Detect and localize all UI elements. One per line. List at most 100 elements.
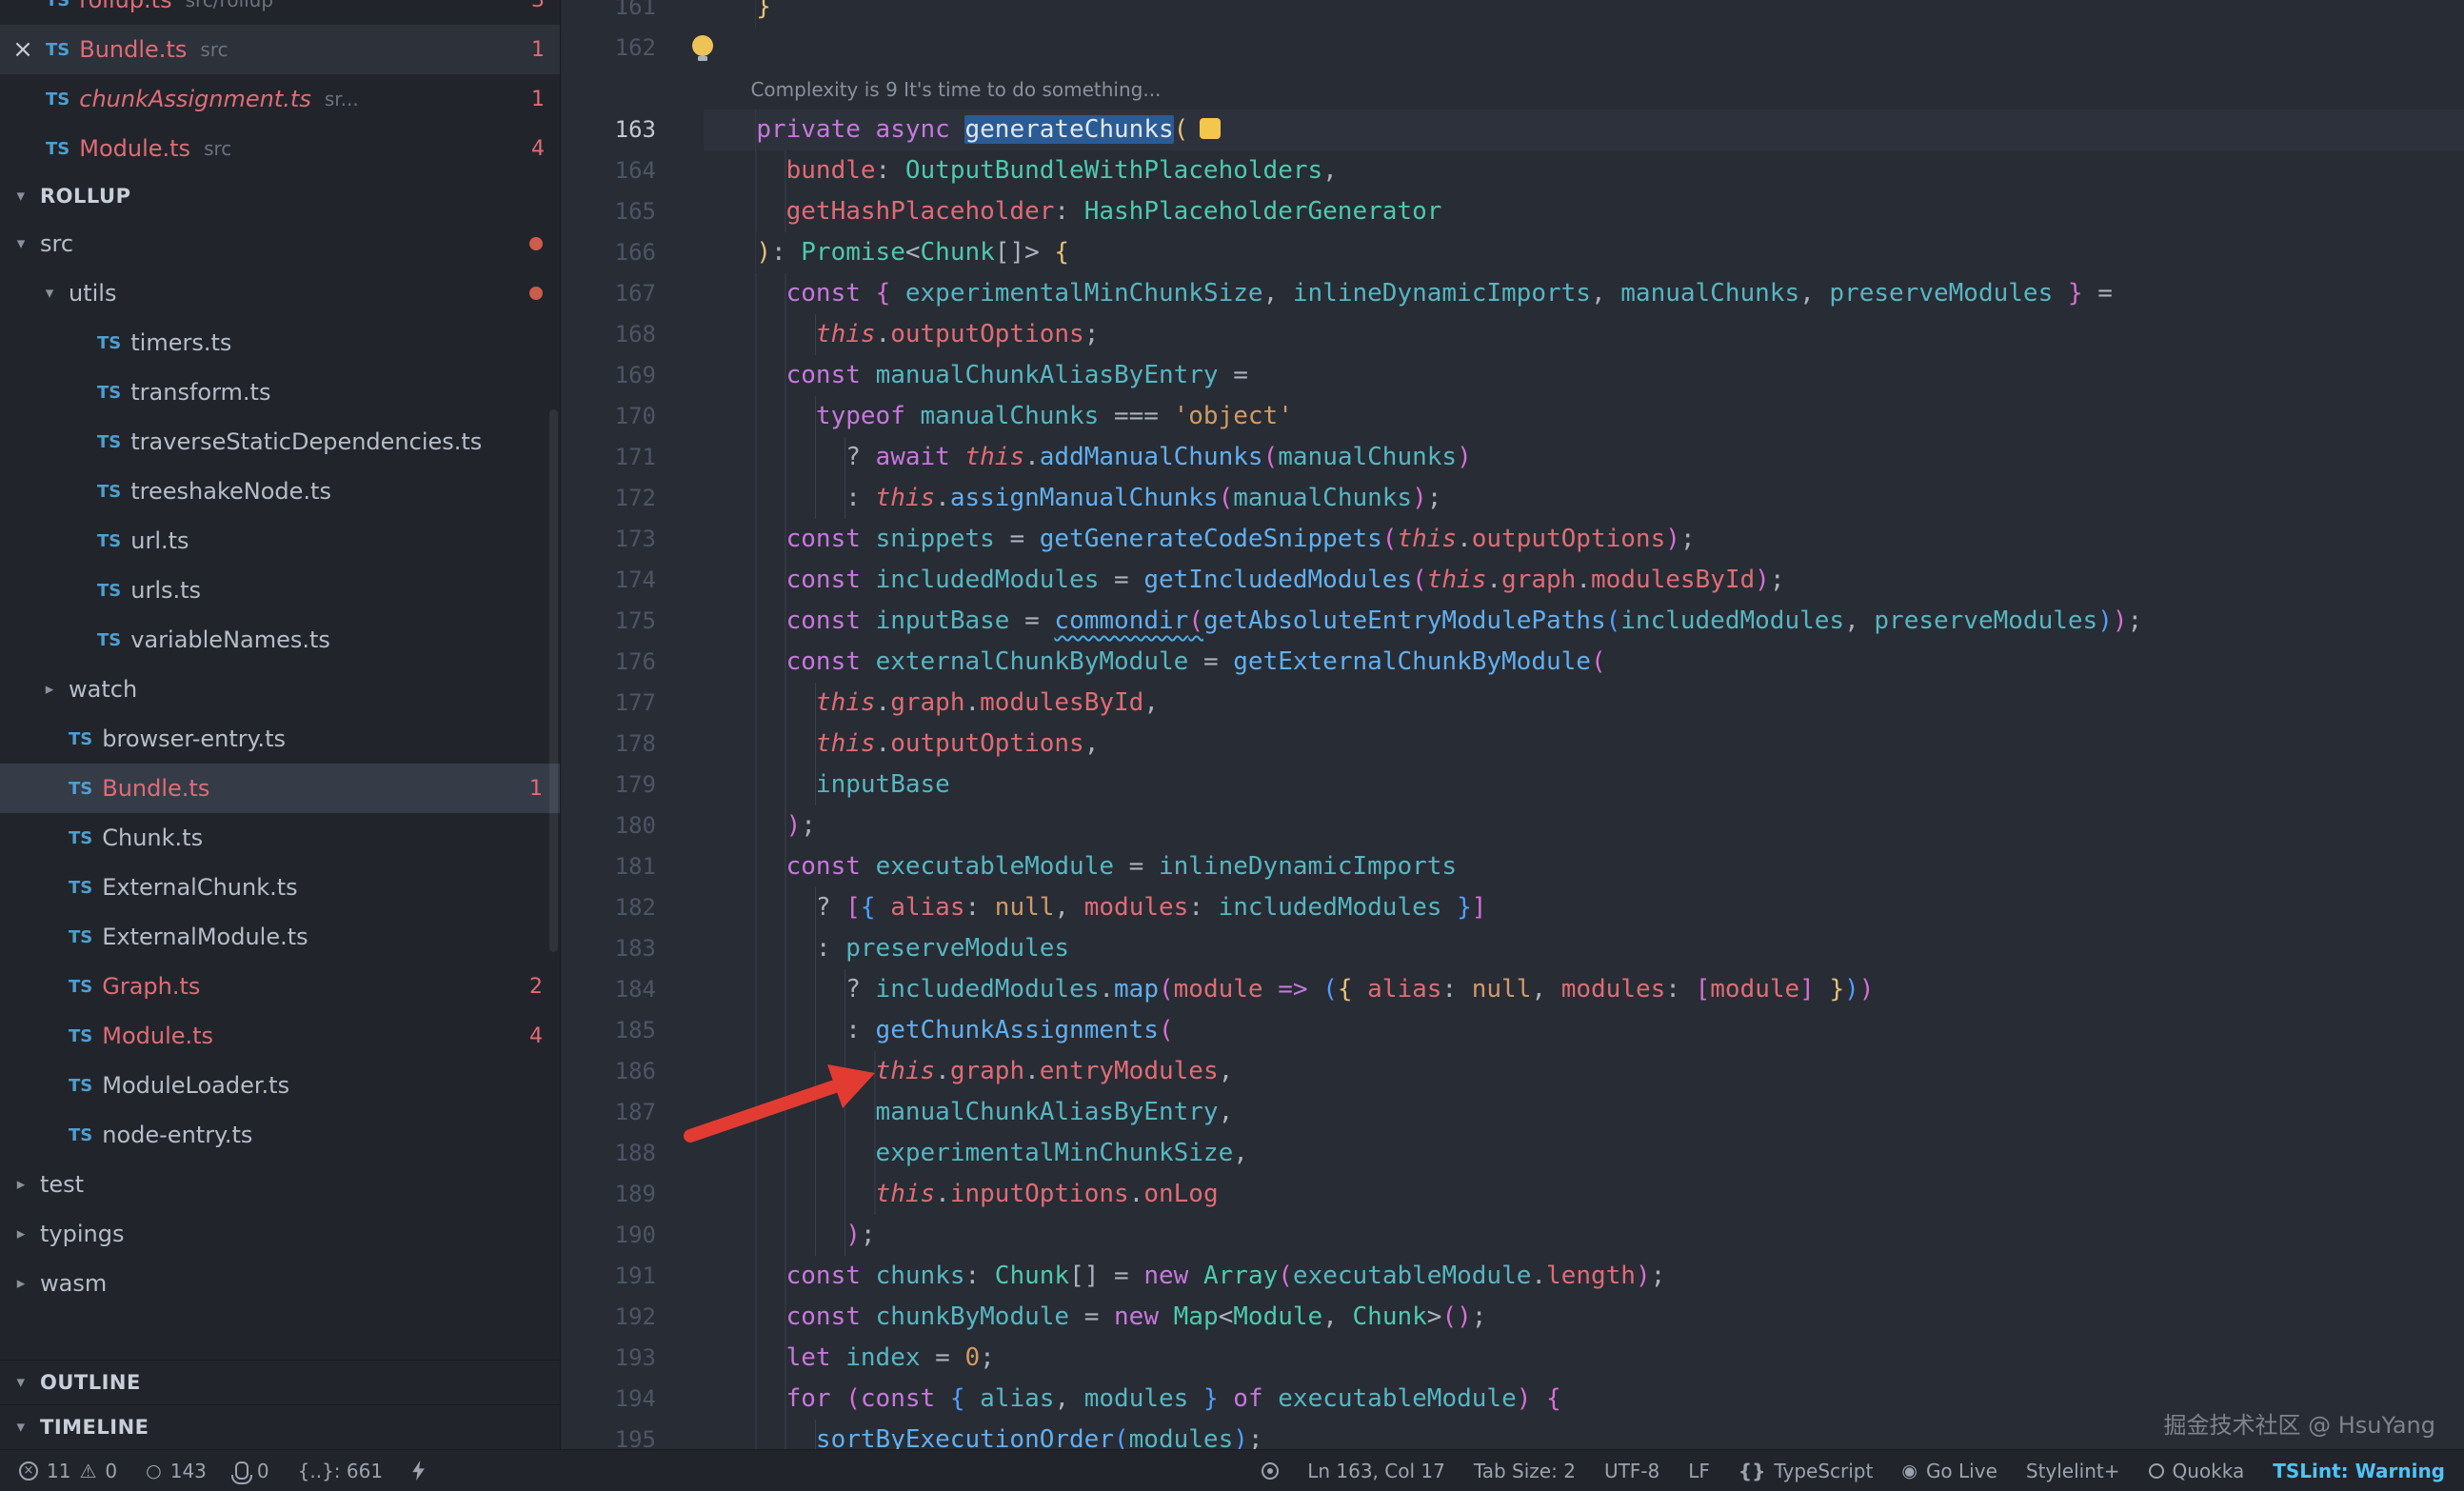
quokka[interactable]: Quokka — [2149, 1460, 2245, 1482]
tree-file-urls-ts[interactable]: TSurls.ts — [0, 566, 560, 615]
line-number[interactable]: 172 — [561, 478, 704, 519]
snippet-counter[interactable]: {..}: 661 — [298, 1460, 383, 1482]
line-number[interactable]: 173 — [561, 519, 704, 560]
line-number[interactable]: 176 — [561, 642, 704, 683]
line-number[interactable]: 170 — [561, 396, 704, 437]
tab-size[interactable]: Tab Size: 2 — [1474, 1460, 1576, 1482]
code-line-162[interactable]: 162 — [561, 28, 2464, 69]
line-number[interactable]: 182 — [561, 887, 704, 928]
code-line-169[interactable]: 169 const manualChunkAliasByEntry = — [561, 355, 2464, 396]
codelens-text[interactable]: Complexity is 9 It's time to do somethin… — [750, 78, 1161, 101]
code-line-173[interactable]: 173 const snippets = getGenerateCodeSnip… — [561, 519, 2464, 560]
line-number[interactable]: 183 — [561, 928, 704, 969]
tree-folder-src[interactable]: ▾src — [0, 219, 560, 268]
tree-file-bundle-ts[interactable]: TSBundle.ts1 — [0, 764, 560, 813]
code-line-191[interactable]: 191 const chunks: Chunk[] = new Array(ex… — [561, 1256, 2464, 1297]
close-icon[interactable]: × — [10, 35, 36, 64]
tree-file-traversestaticdependencies-ts[interactable]: TStraverseStaticDependencies.ts — [0, 417, 560, 467]
codelens-line[interactable]: Complexity is 9 It's time to do somethin… — [561, 69, 2464, 109]
cursor-position[interactable]: Ln 163, Col 17 — [1307, 1460, 1445, 1482]
line-number[interactable]: 171 — [561, 437, 704, 478]
encoding[interactable]: UTF-8 — [1604, 1460, 1659, 1482]
counter-indicator[interactable]: ○ 143 — [146, 1460, 207, 1482]
code-line-164[interactable]: 164 bundle: OutputBundleWithPlaceholders… — [561, 150, 2464, 191]
code-line-187[interactable]: 187 manualChunkAliasByEntry, — [561, 1092, 2464, 1133]
code-line-170[interactable]: 170 typeof manualChunks === 'object' — [561, 396, 2464, 437]
stylelint[interactable]: Stylelint+ — [2026, 1460, 2120, 1482]
code-line-177[interactable]: 177 this.graph.modulesById, — [561, 683, 2464, 724]
open-editor-item-rollup-ts[interactable]: TSrollup.tssrc/rollup3 — [0, 0, 560, 25]
tree-file-variablenames-ts[interactable]: TSvariableNames.ts — [0, 615, 560, 665]
code-line-161[interactable]: 161 } — [561, 0, 2464, 28]
tree-folder-watch[interactable]: ▸watch — [0, 665, 560, 714]
tree-file-node-entry-ts[interactable]: TSnode-entry.ts — [0, 1110, 560, 1160]
code-line-184[interactable]: 184 ? includedModules.map(module => ({ a… — [561, 969, 2464, 1010]
section-header-timeline[interactable]: ▾ TIMELINE — [0, 1404, 560, 1449]
line-number[interactable]: 195 — [561, 1420, 704, 1449]
tree-file-moduleloader-ts[interactable]: TSModuleLoader.ts — [0, 1061, 560, 1110]
tree-file-transform-ts[interactable]: TStransform.ts — [0, 368, 560, 417]
code-line-182[interactable]: 182 ? [{ alias: null, modules: includedM… — [561, 887, 2464, 928]
line-number[interactable]: 192 — [561, 1297, 704, 1338]
line-number[interactable]: 175 — [561, 601, 704, 642]
language-mode[interactable]: {} TypeScript — [1739, 1460, 1873, 1482]
line-number[interactable]: 194 — [561, 1379, 704, 1420]
code-line-171[interactable]: 171 ? await this.addManualChunks(manualC… — [561, 437, 2464, 478]
code-line-174[interactable]: 174 const includedModules = getIncludedM… — [561, 560, 2464, 601]
eol[interactable]: LF — [1688, 1460, 1710, 1482]
complexity-marker[interactable] — [1200, 118, 1221, 139]
line-number[interactable]: 191 — [561, 1256, 704, 1297]
code-line-179[interactable]: 179 inputBase — [561, 765, 2464, 805]
line-number[interactable]: 164 — [561, 150, 704, 191]
tree-file-graph-ts[interactable]: TSGraph.ts2 — [0, 962, 560, 1011]
code-line-166[interactable]: 166 ): Promise<Chunk[]> { — [561, 232, 2464, 273]
code-line-163[interactable]: 163 private async generateChunks( — [561, 109, 2464, 150]
code-line-172[interactable]: 172 : this.assignManualChunks(manualChun… — [561, 478, 2464, 519]
line-number[interactable]: 185 — [561, 1010, 704, 1051]
bolt-indicator[interactable] — [411, 1461, 426, 1481]
section-header-rollup[interactable]: ▾ ROLLUP — [0, 173, 560, 219]
tree-file-timers-ts[interactable]: TStimers.ts — [0, 318, 560, 368]
code-line-185[interactable]: 185 : getChunkAssignments( — [561, 1010, 2464, 1051]
code-line-180[interactable]: 180 ); — [561, 805, 2464, 846]
code-line-181[interactable]: 181 const executableModule = inlineDynam… — [561, 846, 2464, 887]
status-circle-icon[interactable] — [1262, 1462, 1279, 1480]
line-number[interactable]: 165 — [561, 191, 704, 232]
line-number[interactable]: 181 — [561, 846, 704, 887]
code-line-189[interactable]: 189 this.inputOptions.onLog — [561, 1174, 2464, 1215]
code-line-167[interactable]: 167 const { experimentalMinChunkSize, in… — [561, 273, 2464, 314]
problems-indicator[interactable]: × 11 ⚠ 0 — [19, 1460, 117, 1482]
tslint-status[interactable]: TSLint: Warning — [2273, 1460, 2445, 1482]
code-line-176[interactable]: 176 const externalChunkByModule = getExt… — [561, 642, 2464, 683]
go-live[interactable]: ◉ Go Live — [1901, 1460, 1997, 1482]
tree-folder-typings[interactable]: ▸typings — [0, 1209, 560, 1259]
lightbulb-icon[interactable] — [692, 35, 713, 56]
tree-file-externalmodule-ts[interactable]: TSExternalModule.ts — [0, 912, 560, 962]
line-number[interactable]: 187 — [561, 1092, 704, 1133]
tree-file-url-ts[interactable]: TSurl.ts — [0, 516, 560, 566]
line-number[interactable]: 178 — [561, 724, 704, 765]
open-editor-item-chunkassignment-ts[interactable]: TSchunkAssignment.tssr...1 — [0, 74, 560, 124]
line-number[interactable]: 190 — [561, 1215, 704, 1256]
tree-file-browser-entry-ts[interactable]: TSbrowser-entry.ts — [0, 714, 560, 764]
line-number[interactable]: 167 — [561, 273, 704, 314]
code-line-188[interactable]: 188 experimentalMinChunkSize, — [561, 1133, 2464, 1174]
code-line-193[interactable]: 193 let index = 0; — [561, 1338, 2464, 1379]
editor-pane[interactable]: 161 }162 Complexity is 9 It's time to do … — [561, 0, 2464, 1449]
line-number[interactable]: 177 — [561, 683, 704, 724]
line-number[interactable]: 168 — [561, 314, 704, 355]
line-number[interactable]: 180 — [561, 805, 704, 846]
code-line-190[interactable]: 190 ); — [561, 1215, 2464, 1256]
code-line-183[interactable]: 183 : preserveModules — [561, 928, 2464, 969]
line-number[interactable]: 162 — [561, 28, 704, 69]
line-number[interactable]: 186 — [561, 1051, 704, 1092]
line-number[interactable]: 184 — [561, 969, 704, 1010]
tree-folder-utils[interactable]: ▾utils — [0, 268, 560, 318]
line-number[interactable]: 163 — [561, 109, 704, 150]
code-line-192[interactable]: 192 const chunkByModule = new Map<Module… — [561, 1297, 2464, 1338]
mic-indicator[interactable]: 0 — [235, 1460, 269, 1482]
line-number[interactable]: 193 — [561, 1338, 704, 1379]
line-number[interactable]: 161 — [561, 0, 704, 28]
code-line-165[interactable]: 165 getHashPlaceholder: HashPlaceholderG… — [561, 191, 2464, 232]
section-header-outline[interactable]: ▾ OUTLINE — [0, 1360, 560, 1404]
